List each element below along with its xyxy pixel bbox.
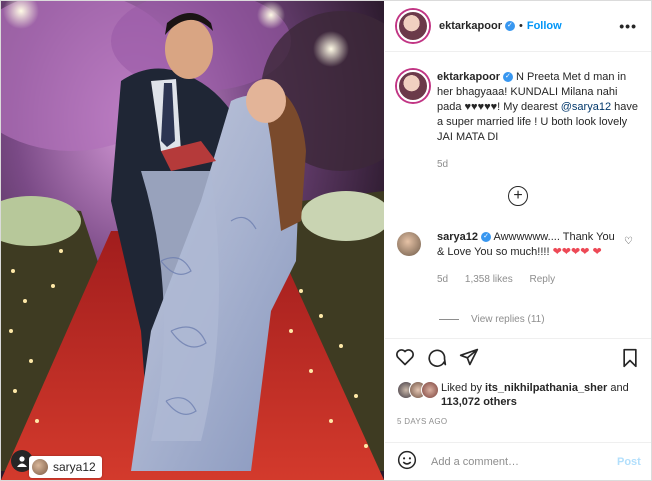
post-timestamp[interactable]: 5 DAYS AGO bbox=[397, 417, 447, 426]
like-heart-icon[interactable] bbox=[395, 347, 415, 367]
tag-avatar bbox=[32, 459, 48, 475]
reply-button[interactable]: Reply bbox=[530, 274, 556, 285]
liked-by-user-link[interactable]: its_nikhilpathania_sher bbox=[485, 382, 607, 394]
header-separator: • bbox=[518, 20, 523, 32]
verified-badge-icon: ✓ bbox=[481, 232, 491, 243]
liked-by-text: Liked by its_nikhilpathania_sher and 113… bbox=[441, 381, 631, 409]
couple-photo-illustration bbox=[1, 1, 384, 480]
comment-bubble-icon[interactable] bbox=[427, 347, 447, 367]
view-replies-button[interactable]: View replies (11) bbox=[439, 314, 545, 325]
comment-meta: 5d 1,358 likes Reply bbox=[437, 272, 623, 287]
liked-by-prefix: Liked by bbox=[441, 382, 486, 394]
action-bar bbox=[395, 347, 479, 367]
instagram-post-modal: sarya12 ektarkapoor ✓ • Follow ••• ektar… bbox=[0, 0, 652, 481]
liked-by-middle: and bbox=[607, 382, 629, 394]
follow-button[interactable]: Follow bbox=[527, 20, 562, 32]
caption-age: 5d bbox=[437, 159, 449, 170]
user-icon bbox=[17, 456, 27, 467]
commenter-avatar[interactable] bbox=[397, 232, 421, 256]
share-paper-plane-icon[interactable] bbox=[459, 347, 479, 367]
emoji-smiley-icon[interactable] bbox=[397, 450, 417, 475]
post-actions-section: Liked by its_nikhilpathania_sher and 113… bbox=[385, 338, 651, 435]
verified-badge-icon: ✓ bbox=[504, 21, 515, 31]
like-comment-heart-icon[interactable]: ♡ bbox=[624, 236, 633, 247]
photo-tag-username: sarya12 bbox=[53, 460, 96, 474]
add-comment-input[interactable] bbox=[429, 455, 613, 469]
comment-body: sarya12 ✓ Awwwwww.... Thank You & Love Yo… bbox=[437, 230, 623, 287]
caption-body: ektarkapoor ✓ N Preeta Met d man in her b… bbox=[437, 70, 643, 172]
post-header: ektarkapoor ✓ • Follow ••• bbox=[385, 1, 651, 52]
liked-by: Liked by its_nikhilpathania_sher and 113… bbox=[397, 381, 631, 409]
comment-likes[interactable]: 1,358 likes bbox=[465, 274, 513, 285]
photo-user-tag[interactable]: sarya12 bbox=[29, 456, 102, 478]
view-replies-label: View replies (11) bbox=[471, 314, 545, 325]
save-bookmark-icon[interactable] bbox=[621, 348, 639, 368]
post-side-panel: ektarkapoor ✓ • Follow ••• ektarkapoor ✓ … bbox=[385, 1, 651, 480]
caption-mention-link[interactable]: @sarya12 bbox=[561, 101, 611, 113]
comment-hearts: ❤❤❤❤ ❤ bbox=[552, 246, 602, 258]
post-photo[interactable]: sarya12 bbox=[1, 1, 384, 480]
verified-badge-icon: ✓ bbox=[502, 72, 513, 83]
caption-avatar[interactable] bbox=[397, 70, 429, 102]
comments-section[interactable]: ektarkapoor ✓ N Preeta Met d man in her b… bbox=[385, 52, 651, 338]
liker-avatars[interactable] bbox=[397, 381, 441, 399]
author-username[interactable]: ektarkapoor bbox=[439, 20, 502, 32]
author-avatar[interactable] bbox=[397, 10, 429, 42]
more-options-icon[interactable]: ••• bbox=[619, 18, 637, 34]
add-comment-bar: Post bbox=[385, 442, 651, 480]
liker-avatar bbox=[421, 381, 439, 399]
load-more-comments-plus-icon[interactable]: + bbox=[508, 186, 528, 206]
post-comment-button[interactable]: Post bbox=[617, 456, 641, 468]
caption-username[interactable]: ektarkapoor bbox=[437, 71, 500, 83]
comment-age: 5d bbox=[437, 274, 449, 285]
view-replies-divider bbox=[439, 319, 459, 320]
comment-username[interactable]: sarya12 bbox=[437, 231, 478, 243]
liked-by-others-link[interactable]: 113,072 others bbox=[441, 396, 517, 408]
